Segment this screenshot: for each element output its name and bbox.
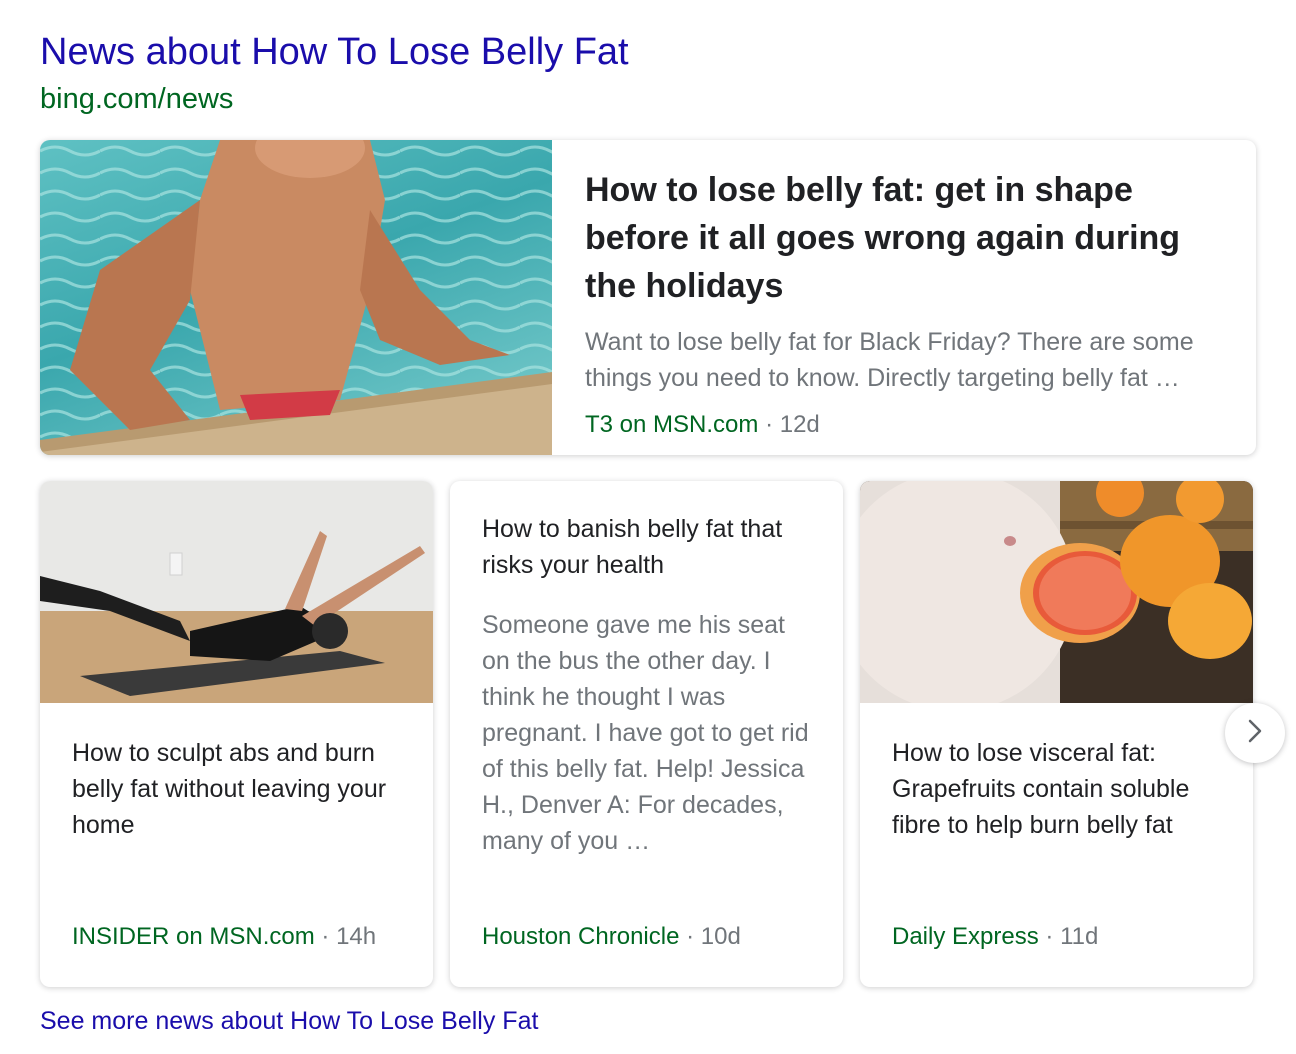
news-heading-link[interactable]: News about How To Lose Belly Fat — [40, 28, 629, 76]
age: 12d — [779, 411, 820, 438]
age: 14h — [336, 923, 377, 950]
publisher: Daily Express — [892, 923, 1039, 950]
featured-news-image[interactable] — [40, 140, 552, 455]
featured-news-title[interactable]: How to lose belly fat: get in shape befo… — [585, 166, 1225, 310]
featured-news-card[interactable]: How to lose belly fat: get in shape befo… — [40, 140, 1256, 455]
see-more-news-link[interactable]: See more news about How To Lose Belly Fa… — [40, 1004, 538, 1038]
publisher: INSIDER on MSN.com — [72, 923, 315, 950]
featured-news-snippet: Want to lose belly fat for Black Friday?… — [585, 328, 1194, 392]
news-card-image[interactable] — [860, 481, 1253, 703]
meta-separator: · — [1045, 923, 1054, 950]
news-card-title[interactable]: How to lose visceral fat: Grapefruits co… — [892, 735, 1232, 843]
age: 11d — [1060, 923, 1099, 950]
publisher: Houston Chronicle — [482, 923, 680, 950]
meta-separator: · — [321, 923, 330, 950]
news-card-title[interactable]: How to banish belly fat that risks your … — [482, 511, 822, 583]
source-url: bing.com/news — [40, 83, 234, 115]
meta-separator: · — [765, 411, 774, 438]
featured-news-meta: T3 on MSN.com · 12d — [585, 410, 1225, 440]
news-card-image[interactable] — [40, 481, 433, 703]
news-card-meta: Houston Chronicle · 10d — [482, 922, 741, 952]
age: 10d — [700, 923, 741, 950]
news-card-visceral[interactable]: How to lose visceral fat: Grapefruits co… — [860, 481, 1253, 987]
meta-separator: · — [686, 923, 695, 950]
carousel-next-button[interactable] — [1225, 703, 1285, 763]
news-card-meta: INSIDER on MSN.com · 14h — [72, 922, 376, 952]
news-card-title[interactable]: How to sculpt abs and burn belly fat wit… — [72, 735, 412, 843]
publisher: T3 on MSN.com — [585, 411, 759, 438]
news-card-meta: Daily Express · 11d — [892, 922, 1098, 952]
news-card-abs[interactable]: How to sculpt abs and burn belly fat wit… — [40, 481, 433, 987]
news-card-banish[interactable]: How to banish belly fat that risks your … — [450, 481, 843, 987]
news-card-snippet: Someone gave me his seat on the bus the … — [482, 611, 809, 855]
chevron-right-icon — [1244, 717, 1266, 750]
